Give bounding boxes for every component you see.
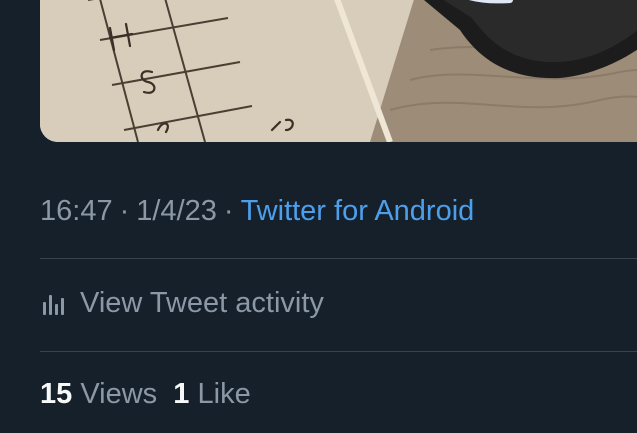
view-tweet-activity-label: View Tweet activity xyxy=(80,286,324,319)
views-label: Views xyxy=(80,378,158,410)
tweet-detail: 16:47 · 1/4/23 · Twitter for Android View Tw… xyxy=(0,0,637,433)
likes-count: 1 xyxy=(173,378,190,410)
tweet-timestamp-row: 16:47 · 1/4/23 · Twitter for Android xyxy=(40,191,474,231)
tweet-date[interactable]: 1/4/23 xyxy=(136,195,217,227)
likes-stat[interactable]: 1 Like xyxy=(173,378,250,410)
separator-dot: · xyxy=(223,195,234,227)
tweet-time[interactable]: 16:47 xyxy=(40,195,113,227)
views-count: 15 xyxy=(40,378,73,410)
separator-dot: · xyxy=(119,195,130,227)
analytics-bar-chart-icon xyxy=(40,289,68,317)
tweet-photo[interactable] xyxy=(40,0,637,142)
view-tweet-activity-button[interactable]: View Tweet activity xyxy=(40,281,324,325)
photo-image xyxy=(40,0,637,142)
likes-label: Like xyxy=(197,378,251,410)
views-stat[interactable]: 15 Views xyxy=(40,378,157,410)
divider xyxy=(40,351,637,352)
tweet-stats: 15 Views 1 Like xyxy=(40,372,251,416)
tweet-source-link[interactable]: Twitter for Android xyxy=(241,195,475,227)
divider xyxy=(40,258,637,259)
